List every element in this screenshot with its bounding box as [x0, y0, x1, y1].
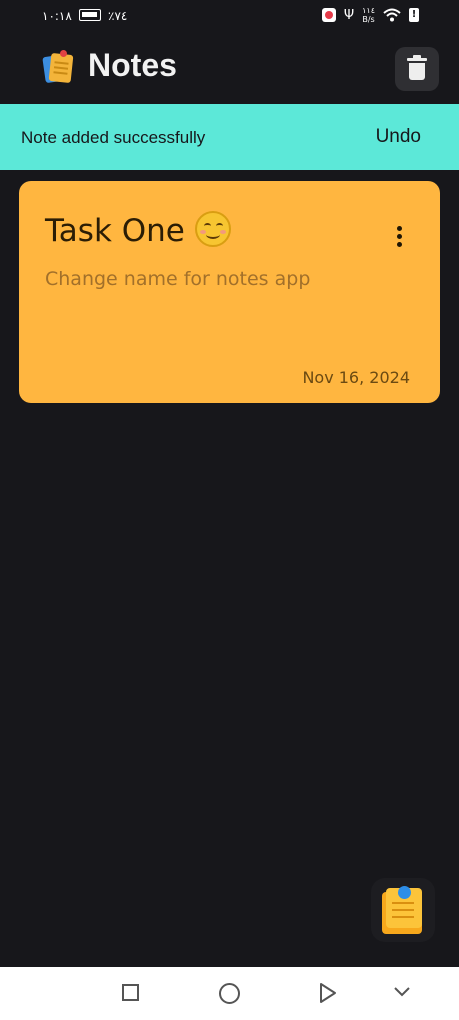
- app-bar: Notes: [0, 34, 459, 104]
- chevron-down-icon[interactable]: [393, 984, 411, 998]
- trash-icon-body: [409, 63, 425, 80]
- more-options-icon[interactable]: [395, 226, 403, 250]
- vpn-icon: [321, 8, 336, 22]
- alert-icon: !: [409, 8, 419, 22]
- delete-all-button[interactable]: [395, 47, 439, 91]
- trash-icon: [407, 55, 427, 61]
- add-note-button[interactable]: [371, 878, 435, 942]
- page-title: Notes: [88, 47, 177, 83]
- network-speed-value: ١١٤: [362, 6, 375, 15]
- battery-icon: [79, 9, 101, 21]
- note-title: Task One: [45, 213, 185, 249]
- sticky-notes-icon: [42, 50, 74, 86]
- network-speed: ١١٤ B/s: [362, 6, 375, 24]
- battery-percent: ٪٧٤: [108, 9, 128, 23]
- network-speed-unit: B/s: [362, 15, 375, 24]
- smiling-face-icon: [194, 211, 231, 247]
- wifi-icon: [383, 8, 401, 22]
- note-card[interactable]: Task One Change name for notes app Nov 1…: [19, 181, 440, 403]
- status-time: ١٠:١٨: [42, 9, 72, 23]
- undo-button[interactable]: Undo: [376, 126, 421, 148]
- snackbar-message: Note added successfully: [21, 128, 206, 147]
- note-body: Change name for notes app: [45, 268, 311, 290]
- back-button[interactable]: [318, 982, 338, 1004]
- snackbar: Note added successfully Undo: [0, 104, 459, 170]
- pin-icon: [398, 886, 411, 899]
- status-bar: ١٠:١٨ ٪٧٤ Ψ ١١٤ B/s !: [0, 0, 459, 34]
- note-title-row: Task One: [45, 211, 231, 249]
- system-nav-bar: [0, 967, 459, 1020]
- note-date: Nov 16, 2024: [302, 368, 410, 387]
- recents-button[interactable]: [122, 984, 139, 1001]
- usb-icon: Ψ: [343, 7, 355, 23]
- home-button[interactable]: [219, 983, 240, 1004]
